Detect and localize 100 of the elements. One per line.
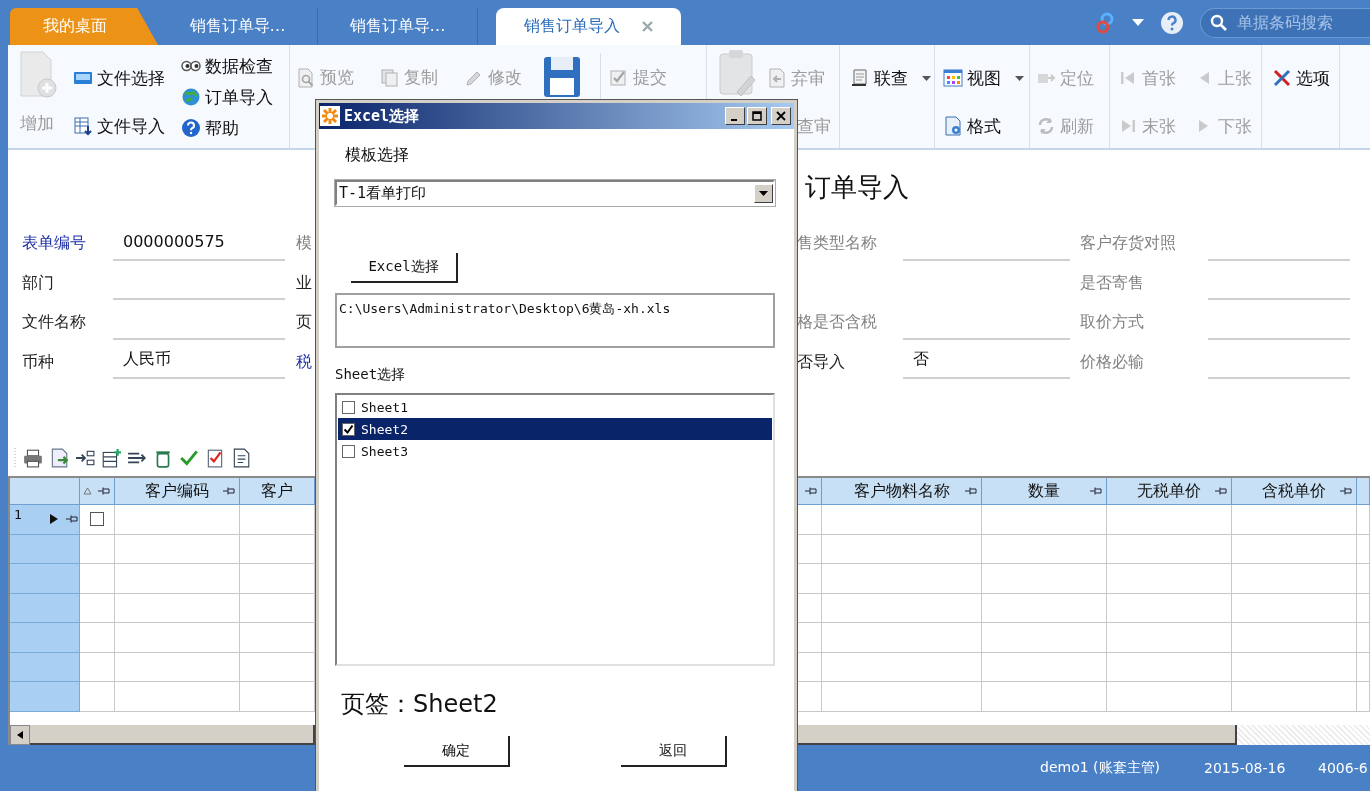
table-cell xyxy=(1357,652,1370,682)
field-label: 售类型名称 xyxy=(797,233,878,255)
table-cell xyxy=(1357,593,1370,623)
column-header[interactable]: 数量 xyxy=(982,478,1107,505)
printer-icon[interactable] xyxy=(23,448,43,468)
check-mark-icon xyxy=(343,423,354,435)
status-text: 4006-6 xyxy=(1318,760,1368,776)
grip-handle[interactable] xyxy=(14,448,17,468)
browse-button[interactable]: Excel选择 xyxy=(351,253,458,283)
help-icon[interactable] xyxy=(1160,10,1184,35)
toolbar-button[interactable]: 数据检查 xyxy=(181,51,289,81)
field-label: 业 xyxy=(296,272,312,294)
close-icon xyxy=(776,111,786,121)
refresh-icon xyxy=(1036,116,1056,136)
input-field[interactable]: 0000000575 xyxy=(113,224,285,261)
toolbar-button[interactable]: 选项 xyxy=(1272,63,1339,93)
table-cell xyxy=(80,564,115,594)
document-icon xyxy=(850,68,870,88)
export-icon[interactable] xyxy=(49,448,69,468)
toolbar-button[interactable]: 格式 xyxy=(943,111,1029,141)
table-cell xyxy=(1357,682,1370,712)
table-cell xyxy=(1357,534,1370,564)
pin-icon[interactable] xyxy=(66,515,78,524)
pin-icon[interactable] xyxy=(1340,487,1352,495)
pin-icon[interactable] xyxy=(223,487,235,495)
scrollbar-thumb[interactable] xyxy=(30,725,315,745)
minimize-button[interactable] xyxy=(725,107,745,125)
copy-icon xyxy=(380,67,400,88)
pin-icon[interactable] xyxy=(98,487,110,495)
status-text: 2015-08-16 xyxy=(1204,760,1287,776)
document-icon[interactable] xyxy=(231,448,251,468)
path-field[interactable]: C:\Users\Administrator\Desktop\6黄岛-xh.xls xyxy=(335,293,775,348)
maximize-button[interactable] xyxy=(747,107,767,125)
pin-icon[interactable] xyxy=(805,487,817,495)
column-header[interactable] xyxy=(797,478,822,505)
sheet-item[interactable]: Sheet1 xyxy=(338,396,772,418)
table-arrow-icon xyxy=(73,116,93,136)
input-field[interactable]: 人民币 xyxy=(113,342,285,379)
checkbox[interactable] xyxy=(342,422,355,436)
ok-button[interactable]: 确定 xyxy=(404,736,510,767)
table-cell xyxy=(80,593,115,623)
table-cell xyxy=(80,623,115,653)
app-icon xyxy=(320,106,340,126)
toolbar-button[interactable]: 文件选择 xyxy=(73,63,175,93)
column-header[interactable]: 客户编码 xyxy=(115,478,240,505)
document-arrow-icon xyxy=(767,68,787,88)
column-header[interactable]: 无税单价 xyxy=(1107,478,1232,505)
checkbox[interactable] xyxy=(90,512,104,527)
field-label: 币种 xyxy=(22,351,55,373)
checkbox-icon xyxy=(609,67,629,88)
tab[interactable]: 销售订单导入 xyxy=(496,8,681,45)
toolbar-button[interactable]: 文件导入 xyxy=(73,111,175,141)
column-header[interactable]: 客户 xyxy=(240,478,315,505)
template-select[interactable]: T-1看单打印 xyxy=(335,180,775,206)
table-cell xyxy=(80,652,115,682)
field-label: 税 xyxy=(296,351,312,373)
toolbar-button[interactable]: 联查 xyxy=(850,63,934,93)
tools-icon xyxy=(1272,68,1292,88)
check-icon[interactable] xyxy=(179,448,199,468)
table-cell xyxy=(1357,564,1370,594)
toolbar-button[interactable]: 订单导入 xyxy=(181,82,289,112)
search-field[interactable]: 单据条码搜索 xyxy=(1200,7,1370,38)
field-label: 否导入 xyxy=(797,351,846,373)
sort-icon[interactable] xyxy=(83,487,92,495)
field-label: 模 xyxy=(296,233,312,255)
column-header[interactable]: 含税单价 xyxy=(1232,478,1357,505)
tab-label: 页签：Sheet2 xyxy=(341,689,498,720)
tree-arrow-icon[interactable] xyxy=(75,448,95,468)
close-button[interactable] xyxy=(771,107,791,125)
sheet-item[interactable]: Sheet2 xyxy=(338,418,772,440)
field-label: 格是否含税 xyxy=(797,312,878,334)
form-title: 订单导入 xyxy=(805,170,909,204)
template-label: 模板选择 xyxy=(345,145,409,166)
input-field[interactable]: 否 xyxy=(903,342,1070,379)
table-cell xyxy=(1357,623,1370,653)
left-arrow-icon xyxy=(17,731,23,739)
back-button[interactable]: 返回 xyxy=(621,736,727,767)
caret-icon[interactable] xyxy=(1132,19,1144,26)
checklist-icon[interactable] xyxy=(205,448,225,468)
add-row-icon[interactable] xyxy=(101,448,121,468)
trash-icon[interactable] xyxy=(153,448,173,468)
search-icon xyxy=(1210,13,1228,32)
clipboard-icon xyxy=(717,48,757,98)
column-header[interactable] xyxy=(80,478,115,505)
row-header[interactable]: 1 xyxy=(10,505,80,535)
field-label: 取价方式 xyxy=(1080,312,1145,334)
scrollbar-thumb[interactable] xyxy=(797,725,1237,745)
maximize-icon xyxy=(752,111,762,121)
pin-icon[interactable] xyxy=(1090,487,1102,495)
toolbar-button[interactable]: 视图 xyxy=(943,63,1029,93)
pin-icon[interactable] xyxy=(1215,487,1227,495)
pin-icon[interactable] xyxy=(965,487,977,495)
scroll-left-button[interactable] xyxy=(10,725,30,745)
checkbox[interactable] xyxy=(342,444,355,458)
dropdown-arrow-icon xyxy=(759,190,768,196)
field-label: 是否寄售 xyxy=(1080,272,1145,294)
column-header[interactable]: 客户物料名称 xyxy=(822,478,982,505)
toolbar-button[interactable]: 帮助 xyxy=(181,113,289,143)
sheet-item[interactable]: Sheet3 xyxy=(338,440,772,462)
checkbox[interactable] xyxy=(342,400,355,414)
